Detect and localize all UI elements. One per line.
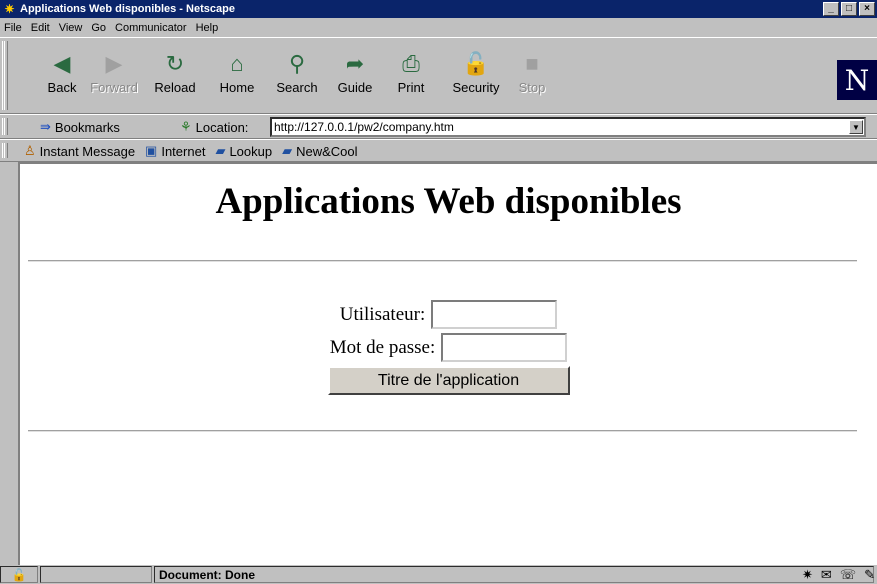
window-titlebar: ✷ Applications Web disponibles - Netscap… xyxy=(0,0,877,18)
print-label: Print xyxy=(397,80,425,95)
personal-item-label: New&Cool xyxy=(296,143,358,159)
bookmarks-label: Bookmarks xyxy=(54,119,120,135)
personal-item-3[interactable]: ▰ New&Cool xyxy=(282,143,357,159)
menu-go[interactable]: Go xyxy=(91,22,106,34)
forward-button[interactable]: ▶ Forward xyxy=(86,48,142,95)
guide-icon: ➦ xyxy=(345,51,365,76)
forward-icon: ▶ xyxy=(105,51,123,76)
menu-edit[interactable]: Edit xyxy=(31,22,50,34)
folder-icon: ▰ xyxy=(215,143,226,158)
personal-toolbar: ♙ Instant Message ▣ Internet ▰ Lookup ▰ New&Coo… xyxy=(0,139,877,162)
submit-row: Titre de l'application xyxy=(20,364,877,397)
home-button[interactable]: ⌂ Home xyxy=(208,48,266,95)
nav-buttons: ◀ Back ▶ Forward ↻ Reload ⌂ Home ⚲ Search ➦ Guide ⎙ P… xyxy=(38,48,552,95)
back-button[interactable]: ◀ Back xyxy=(38,48,86,95)
reload-button[interactable]: ↻ Reload xyxy=(142,48,208,95)
progress-bar xyxy=(40,566,152,583)
personal-item-1[interactable]: ▣ Internet xyxy=(145,143,205,159)
search-label: Search xyxy=(276,80,318,95)
netscape-logo[interactable]: N xyxy=(837,60,877,100)
bookmarks-button[interactable]: ⇛ Bookmarks xyxy=(40,119,120,135)
menu-view[interactable]: View xyxy=(59,22,83,34)
mail-icon[interactable]: ✉ xyxy=(821,567,832,583)
toolbar-grip[interactable] xyxy=(2,118,8,135)
user-row: Utilisateur: xyxy=(20,298,877,331)
toolbar-grip[interactable] xyxy=(2,41,8,110)
back-icon: ◀ xyxy=(53,51,71,76)
location-label: ⚘ Location: xyxy=(180,119,249,135)
personal-item-label: Lookup xyxy=(229,143,273,159)
print-icon: ⎙ xyxy=(402,51,420,76)
page-content: Applications Web disponibles Utilisateur… xyxy=(18,162,877,565)
bookmarks-icon: ⇛ xyxy=(40,119,51,134)
user-label: Utilisateur: xyxy=(339,303,426,325)
password-label: Mot de passe: xyxy=(329,336,436,358)
horizontal-rule xyxy=(28,430,857,432)
discussion-icon[interactable]: ☏ xyxy=(840,567,856,583)
home-label: Home xyxy=(219,80,255,95)
component-bar: ✷ ✉ ☏ ✎ xyxy=(794,567,875,583)
security-button[interactable]: 🔓 Security xyxy=(440,48,512,95)
status-text: Document: Done xyxy=(154,566,874,583)
reload-label: Reload xyxy=(154,80,196,95)
forward-label: Forward xyxy=(90,80,138,95)
stop-icon: ■ xyxy=(525,51,539,76)
status-bar: 🔓 Document: Done ✷ ✉ ☏ ✎ xyxy=(0,565,877,584)
window-title: Applications Web disponibles - Netscape xyxy=(20,3,235,15)
location-input[interactable]: http://127.0.0.1/pw2/company.htm ▼ xyxy=(270,117,866,137)
chevron-down-icon[interactable]: ▼ xyxy=(849,120,863,134)
menu-help[interactable]: Help xyxy=(196,22,219,34)
personal-item-0[interactable]: ♙ Instant Message xyxy=(24,143,135,159)
navigation-toolbar: ◀ Back ▶ Forward ↻ Reload ⌂ Home ⚲ Search ➦ Guide ⎙ P… xyxy=(0,37,877,114)
horizontal-rule xyxy=(28,260,857,262)
internet-icon: ▣ xyxy=(145,143,158,158)
reload-icon: ↻ xyxy=(165,51,185,76)
personal-item-2[interactable]: ▰ Lookup xyxy=(215,143,272,159)
password-input[interactable] xyxy=(441,333,568,362)
personal-items: ♙ Instant Message ▣ Internet ▰ Lookup ▰ New&Coo… xyxy=(24,143,368,159)
home-icon: ⌂ xyxy=(230,51,244,76)
menu-file[interactable]: File xyxy=(4,22,22,34)
location-icon[interactable]: ⚘ xyxy=(180,119,192,135)
close-button[interactable]: × xyxy=(859,2,875,16)
menu-communicator[interactable]: Communicator xyxy=(115,22,187,34)
print-button[interactable]: ⎙ Print xyxy=(382,48,440,95)
guide-label: Guide xyxy=(337,80,373,95)
personal-item-label: Instant Message xyxy=(39,143,136,159)
folder-icon: ▰ xyxy=(282,143,293,158)
search-button[interactable]: ⚲ Search xyxy=(266,48,328,95)
back-label: Back xyxy=(47,80,77,95)
page-title: Applications Web disponibles xyxy=(215,181,682,222)
personal-item-label: Internet xyxy=(161,143,206,159)
location-url: http://127.0.0.1/pw2/company.htm xyxy=(274,120,454,134)
composer-icon[interactable]: ✎ xyxy=(864,567,875,583)
password-row: Mot de passe: xyxy=(20,331,877,364)
user-input[interactable] xyxy=(431,300,558,329)
netscape-app-icon[interactable]: ✷ xyxy=(2,2,17,16)
login-form: Utilisateur: Mot de passe: Titre de l'ap… xyxy=(20,298,877,397)
stop-button[interactable]: ■ Stop xyxy=(512,48,552,95)
instant-message-icon: ♙ xyxy=(24,143,36,158)
maximize-button[interactable]: □ xyxy=(841,2,857,16)
submit-button[interactable]: Titre de l'application xyxy=(327,366,570,395)
stop-label: Stop xyxy=(518,80,546,95)
minimize-button[interactable]: _ xyxy=(823,2,839,16)
security-lock-icon[interactable]: 🔓 xyxy=(0,566,38,583)
navigator-icon[interactable]: ✷ xyxy=(802,567,813,583)
toolbar-grip[interactable] xyxy=(2,143,8,158)
security-label: Security xyxy=(452,80,500,95)
security-icon: 🔓 xyxy=(462,51,490,76)
location-toolbar: ⇛ Bookmarks ⚘ Location: http://127.0.0.1… xyxy=(0,114,877,139)
guide-button[interactable]: ➦ Guide xyxy=(328,48,382,95)
search-icon: ⚲ xyxy=(288,51,306,76)
menubar: File Edit View Go Communicator Help xyxy=(0,18,877,37)
